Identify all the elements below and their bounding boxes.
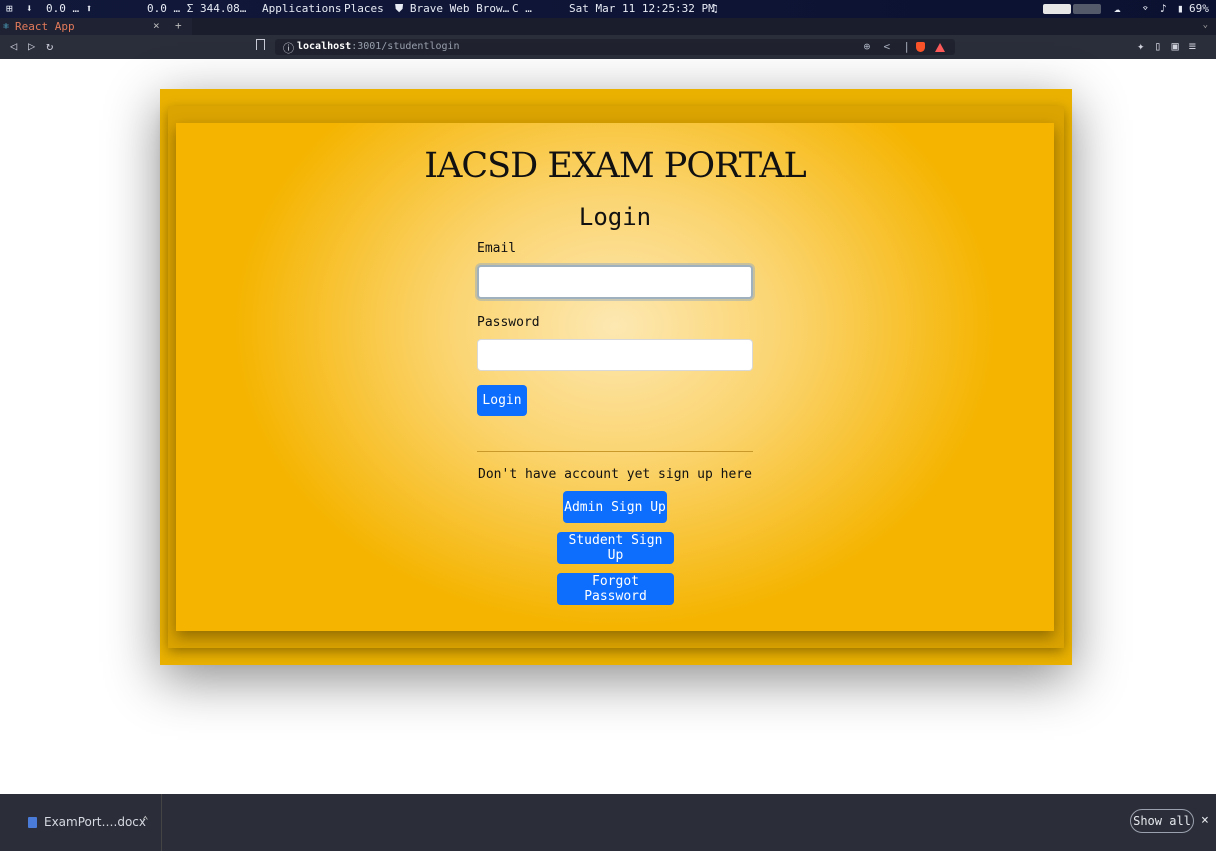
menu-icon[interactable]: ≡ (1189, 39, 1206, 53)
forward-icon[interactable]: ▷ (28, 39, 35, 53)
new-tab-button[interactable]: + (175, 19, 182, 32)
sidebar-icon[interactable]: ▯ (1154, 39, 1171, 53)
email-field[interactable] (477, 265, 753, 299)
login-card: IACSD EXAM PORTAL Login Email Password L… (176, 123, 1054, 631)
tab-close-icon[interactable]: × (153, 19, 160, 32)
react-favicon-icon: ⚛ (3, 21, 10, 32)
signup-prompt: Don't have account yet sign up here (478, 467, 752, 482)
email-label: Email (477, 241, 517, 256)
net-down-readout: 0.0 … ⬆ (46, 2, 93, 15)
back-icon[interactable]: ◁ (10, 39, 17, 53)
url-bar-actions: ⊕ < | (864, 40, 945, 53)
cpu-meter (1043, 4, 1071, 14)
grid-icon[interactable]: ⊞ (6, 2, 13, 15)
page-viewport: IACSD EXAM PORTAL Login Email Password L… (14, 59, 1216, 794)
address-bar-row: ◁ ▷ ↻ ⓘ localhost:3001/studentlogin ⊕ < … (0, 35, 1216, 59)
downloads-bar: ExamPort….docx ⌃ Show all × (0, 794, 1216, 851)
memory-meter (1073, 4, 1101, 14)
admin-signup-button[interactable]: Admin Sign Up (563, 491, 667, 523)
site-info-icon[interactable]: ⓘ (283, 40, 294, 56)
login-heading: Login (578, 203, 652, 231)
zoom-icon[interactable]: ⊕ (864, 40, 871, 53)
url-text[interactable]: localhost:3001/studentlogin (297, 41, 460, 52)
brave-app-label[interactable]: ⛊ Brave Web Brow… (395, 2, 509, 16)
app-label-text: Brave Web Brow… (409, 2, 510, 15)
close-icon[interactable]: × (1201, 813, 1209, 828)
toolbar-right-icons: ✦▯▣≡ (1137, 39, 1206, 53)
clock[interactable]: Sat Mar 11 12:25:32 PM (569, 2, 715, 15)
brave-lion-icon: ⛊ (395, 2, 404, 15)
volume-icon[interactable]: ♪ (1160, 2, 1167, 15)
cloud-icon[interactable]: ☁ (1114, 2, 1121, 15)
url-path: :3001/studentlogin (351, 41, 460, 52)
download-arrow-icon: ⬇ (26, 2, 33, 15)
extensions-icon[interactable]: ✦ (1137, 39, 1154, 53)
loader-indicator: C … (512, 2, 532, 15)
reload-icon[interactable]: ↻ (46, 39, 53, 53)
url-bar[interactable]: ⓘ localhost:3001/studentlogin ⊕ < | (275, 39, 955, 55)
bookmark-icon[interactable] (256, 39, 265, 50)
url-host: localhost (297, 41, 352, 52)
battery-icon[interactable]: ▮ (1177, 2, 1184, 15)
wifi-icon[interactable]: ⌔ (1142, 2, 1149, 15)
brave-rewards-icon[interactable] (935, 42, 945, 52)
tab-strip: ⚛ React App × + ⌄ (0, 18, 1216, 35)
download-file-name: ExamPort….docx (44, 815, 146, 829)
wallet-icon[interactable]: ▣ (1172, 39, 1189, 53)
download-item[interactable]: ExamPort….docx ⌃ (16, 794, 162, 851)
net-up-readout: 0.0 … Σ 344.08… (147, 2, 247, 15)
chevron-up-icon[interactable]: ⌃ (142, 814, 149, 827)
tab-title: React App (15, 20, 75, 33)
forgot-password-button[interactable]: Forgot Password (557, 573, 674, 605)
portal-title: IACSD EXAM PORTAL (424, 146, 806, 186)
share-icon[interactable]: < (884, 40, 891, 53)
student-signup-button[interactable]: Student Sign Up (557, 532, 674, 564)
divider (477, 451, 753, 452)
show-all-button[interactable]: Show all (1130, 809, 1194, 833)
login-button[interactable]: Login (477, 385, 527, 416)
battery-percent: 69% (1189, 2, 1209, 15)
password-label: Password (477, 315, 540, 330)
system-top-bar: ⊞ ⬇ 0.0 … ⬆ 0.0 … Σ 344.08… Applications… (0, 0, 1216, 18)
tab-react-app[interactable]: ⚛ React App × (0, 18, 192, 35)
password-field[interactable] (477, 339, 753, 371)
menu-places[interactable]: Places (344, 2, 384, 15)
brave-shields-icon[interactable] (916, 42, 925, 52)
chevron-down-icon[interactable]: ⌄ (1203, 20, 1208, 30)
menu-applications[interactable]: Applications (262, 2, 341, 15)
notification-bell-icon[interactable]: ♫ (711, 2, 718, 15)
docx-file-icon (28, 817, 37, 828)
